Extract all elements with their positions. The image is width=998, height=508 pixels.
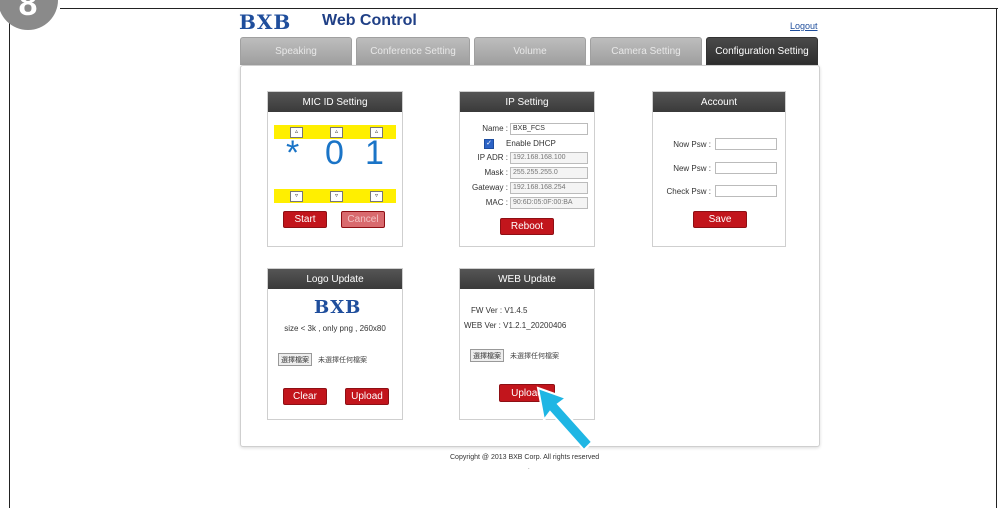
mic-digit-3: 1	[365, 134, 384, 172]
dhcp-label: Enable DHCP	[506, 139, 556, 148]
logo-update-title: Logo Update	[268, 269, 402, 289]
mac-input[interactable]: 90:6D:05:0F:00:BA	[510, 197, 588, 209]
fw-version: FW Ver : V1.4.5	[471, 306, 528, 315]
mic-digit1-down-button[interactable]: ▿	[290, 191, 303, 202]
logo-update-card: Logo Update BXB size < 3k , only png , 2…	[267, 268, 403, 420]
mic-digit2-down-button[interactable]: ▿	[330, 191, 343, 202]
copyright-text: Copyright @ 2013 BXB Corp. All rights re…	[450, 454, 600, 461]
web-file-status: 未選擇任何檔案	[510, 353, 559, 360]
frame-right-border	[996, 8, 997, 508]
frame-left-border	[9, 8, 10, 508]
ip-setting-title: IP Setting	[460, 92, 594, 112]
tab-configuration-setting[interactable]: Configuration Setting	[706, 37, 818, 65]
logout-link[interactable]: Logout	[790, 21, 818, 31]
clear-button[interactable]: Clear	[283, 388, 327, 405]
ip-address-label: IP ADR :	[477, 153, 508, 162]
new-password-label: New Psw :	[673, 164, 711, 173]
check-password-input[interactable]	[715, 185, 777, 197]
name-input[interactable]: BXB_FCS	[510, 123, 588, 135]
web-update-title: WEB Update	[460, 269, 594, 289]
gateway-label: Gateway :	[471, 183, 508, 192]
now-password-input[interactable]	[715, 138, 777, 150]
now-password-label: Now Psw :	[673, 140, 711, 149]
current-logo-image: BXB	[314, 297, 362, 318]
account-card: Account Now Psw : New Psw : Check Psw : …	[652, 91, 786, 247]
logo-choose-file-button[interactable]: 選擇檔案	[278, 353, 312, 366]
mic-digit-2: 0	[325, 134, 344, 172]
logo-upload-button[interactable]: Upload	[345, 388, 389, 405]
mic-digit3-down-button[interactable]: ▿	[370, 191, 383, 202]
save-button[interactable]: Save	[693, 211, 747, 228]
gateway-input[interactable]: 192.168.168.254	[510, 182, 588, 194]
account-title: Account	[653, 92, 785, 112]
logo-size-hint: size < 3k , only png , 260x80	[284, 324, 386, 333]
mask-input[interactable]: 255.255.255.0	[510, 167, 588, 179]
mic-id-title: MIC ID Setting	[268, 92, 402, 112]
tab-bar: Speaking Conference Setting Volume Camer…	[240, 37, 818, 65]
mic-digit-1: *	[286, 134, 300, 172]
ip-setting-card: IP Setting Name : BXB_FCS ✓ Enable DHCP …	[459, 91, 595, 247]
check-password-label: Check Psw :	[666, 187, 711, 196]
mac-label: MAC :	[485, 198, 508, 207]
mic-id-card: MIC ID Setting ▵ ▵ ▵ * 0 1 ▿ ▿ ▿ Start C…	[267, 91, 403, 247]
web-version: WEB Ver : V1.2.1_20200406	[464, 321, 567, 330]
name-label: Name :	[482, 124, 508, 133]
cancel-button[interactable]: Cancel	[341, 211, 385, 228]
tab-volume[interactable]: Volume	[474, 37, 586, 65]
mic-down-strip: ▿ ▿ ▿	[274, 189, 396, 203]
frame-top-border	[60, 8, 998, 9]
tab-camera-setting[interactable]: Camera Setting	[590, 37, 702, 65]
brand-logo: BXB	[239, 10, 292, 34]
dhcp-checkbox[interactable]: ✓	[484, 139, 494, 149]
pointer-arrow-icon	[536, 386, 594, 452]
mask-label: Mask :	[484, 168, 508, 177]
tab-speaking[interactable]: Speaking	[240, 37, 352, 65]
footer-dot: .	[528, 465, 530, 471]
new-password-input[interactable]	[715, 162, 777, 174]
start-button[interactable]: Start	[283, 211, 327, 228]
reboot-button[interactable]: Reboot	[500, 218, 554, 235]
web-choose-file-button[interactable]: 選擇檔案	[470, 349, 504, 362]
logo-file-status: 未選擇任何檔案	[318, 357, 367, 364]
ip-address-input[interactable]: 192.168.168.100	[510, 152, 588, 164]
app-title: Web Control	[322, 12, 417, 29]
tab-conference-setting[interactable]: Conference Setting	[356, 37, 470, 65]
